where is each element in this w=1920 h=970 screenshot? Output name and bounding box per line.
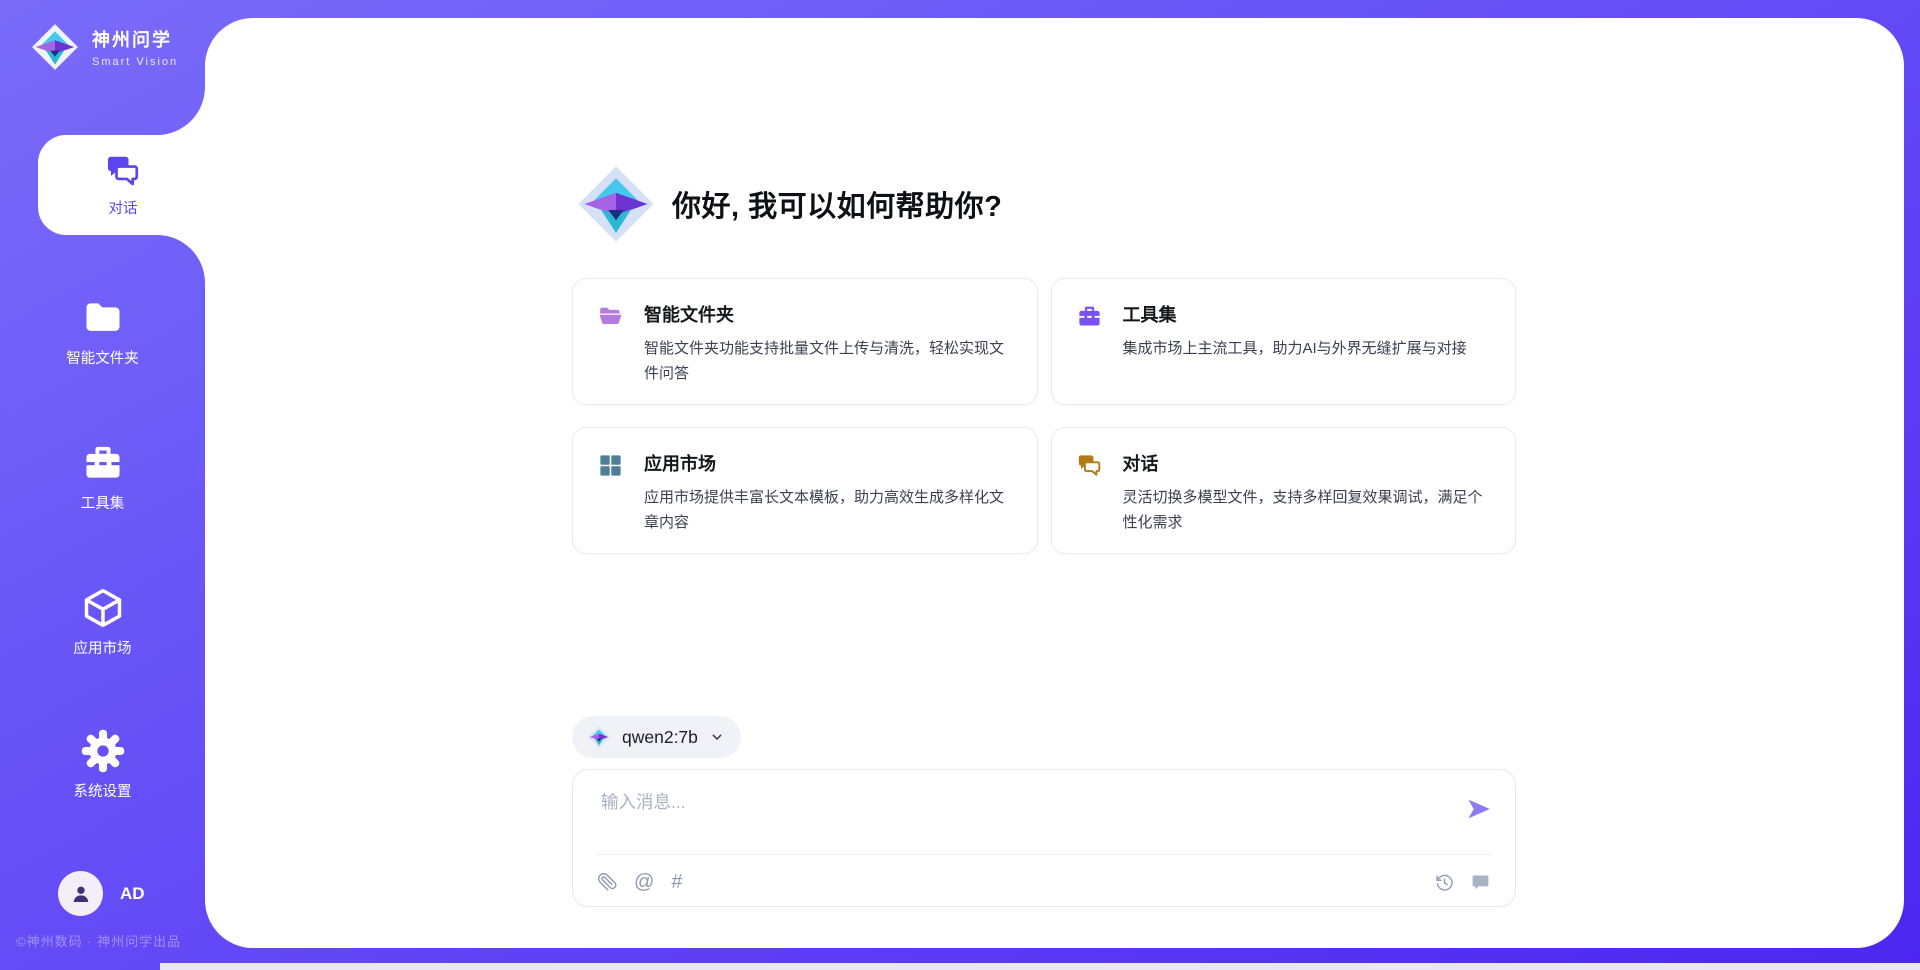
chat-bubble-icon[interactable] bbox=[1470, 872, 1491, 893]
sidebar-item-label: 智能文件夹 bbox=[66, 347, 139, 368]
message-input[interactable] bbox=[601, 789, 1461, 847]
grid-icon bbox=[597, 452, 624, 479]
feature-card-chat[interactable]: 对话 灵活切换多模型文件，支持多样回复效果调试，满足个性化需求 bbox=[1051, 427, 1517, 554]
toolbox-icon bbox=[81, 441, 125, 485]
card-description: 灵活切换多模型文件，支持多样回复效果调试，满足个性化需求 bbox=[1123, 485, 1492, 535]
chat-bubbles-icon bbox=[1076, 452, 1103, 479]
sidebar-item-toolset[interactable]: 工具集 bbox=[0, 441, 205, 513]
brand-diamond-icon bbox=[587, 725, 611, 749]
sidebar-item-smart-folder[interactable]: 智能文件夹 bbox=[0, 296, 205, 368]
copyright-footer: ©神州数码 · 神州问学出品 bbox=[16, 931, 181, 950]
mention-icon[interactable]: @ bbox=[634, 872, 654, 892]
brand-diamond-icon bbox=[30, 22, 80, 72]
brand-subtitle: Smart Vision bbox=[92, 56, 178, 68]
tab-fillet-bottom bbox=[157, 235, 205, 283]
send-button[interactable] bbox=[1465, 796, 1493, 824]
card-title: 应用市场 bbox=[644, 450, 1013, 476]
brand-name: 神州问学 bbox=[92, 26, 178, 52]
card-title: 对话 bbox=[1123, 450, 1492, 476]
model-selector[interactable]: qwen2:7b bbox=[572, 716, 741, 758]
sidebar-item-label: 对话 bbox=[109, 197, 138, 218]
gear-icon bbox=[81, 729, 125, 773]
tab-fillet-top bbox=[157, 87, 205, 135]
greeting: 你好, 我可以如何帮助你? bbox=[575, 163, 1002, 245]
cube-icon bbox=[81, 586, 125, 630]
user-profile[interactable]: AD bbox=[58, 871, 145, 916]
sidebar-item-chat[interactable]: 对话 bbox=[38, 135, 208, 235]
chat-bubbles-icon bbox=[104, 152, 142, 190]
feature-card-app-market[interactable]: 应用市场 应用市场提供丰富长文本模板，助力高效生成多样化文章内容 bbox=[572, 427, 1038, 554]
person-icon bbox=[68, 881, 94, 907]
model-name: qwen2:7b bbox=[622, 727, 698, 748]
sidebar-item-app-market[interactable]: 应用市场 bbox=[0, 586, 205, 658]
send-icon bbox=[1466, 796, 1492, 822]
composer-toolbar: @ # bbox=[597, 868, 1491, 896]
brand-diamond-icon bbox=[575, 163, 657, 245]
hash-icon[interactable]: # bbox=[671, 872, 682, 892]
sidebar-item-settings[interactable]: 系统设置 bbox=[0, 729, 205, 801]
folder-icon bbox=[81, 296, 125, 340]
sidebar-item-label: 应用市场 bbox=[74, 637, 132, 658]
card-description: 应用市场提供丰富长文本模板，助力高效生成多样化文章内容 bbox=[644, 485, 1013, 535]
folder-open-icon bbox=[597, 303, 624, 330]
message-composer: @ # bbox=[572, 769, 1516, 907]
card-title: 工具集 bbox=[1123, 301, 1467, 327]
greeting-title: 你好, 我可以如何帮助你? bbox=[672, 183, 1002, 225]
card-description: 智能文件夹功能支持批量文件上传与清洗，轻松实现文件问答 bbox=[644, 336, 1013, 386]
brand-logo: 神州问学 Smart Vision bbox=[30, 22, 178, 72]
card-title: 智能文件夹 bbox=[644, 301, 1013, 327]
feature-cards: 智能文件夹 智能文件夹功能支持批量文件上传与清洗，轻松实现文件问答 工具集 集成… bbox=[572, 278, 1516, 554]
sidebar-item-label: 系统设置 bbox=[74, 780, 132, 801]
chevron-down-icon bbox=[709, 729, 725, 745]
avatar[interactable] bbox=[58, 871, 103, 916]
feature-card-smart-folder[interactable]: 智能文件夹 智能文件夹功能支持批量文件上传与清洗，轻松实现文件问答 bbox=[572, 278, 1038, 405]
card-description: 集成市场上主流工具，助力AI与外界无缝扩展与对接 bbox=[1123, 336, 1467, 361]
composer-divider bbox=[597, 854, 1491, 855]
horizontal-scrollbar[interactable] bbox=[160, 963, 1920, 970]
sidebar-item-label: 工具集 bbox=[81, 492, 125, 513]
feature-card-toolset[interactable]: 工具集 集成市场上主流工具，助力AI与外界无缝扩展与对接 bbox=[1051, 278, 1517, 405]
toolbox-icon bbox=[1076, 303, 1103, 330]
user-initials: AD bbox=[120, 884, 145, 904]
history-icon[interactable] bbox=[1434, 872, 1455, 893]
paperclip-icon[interactable] bbox=[597, 872, 617, 892]
